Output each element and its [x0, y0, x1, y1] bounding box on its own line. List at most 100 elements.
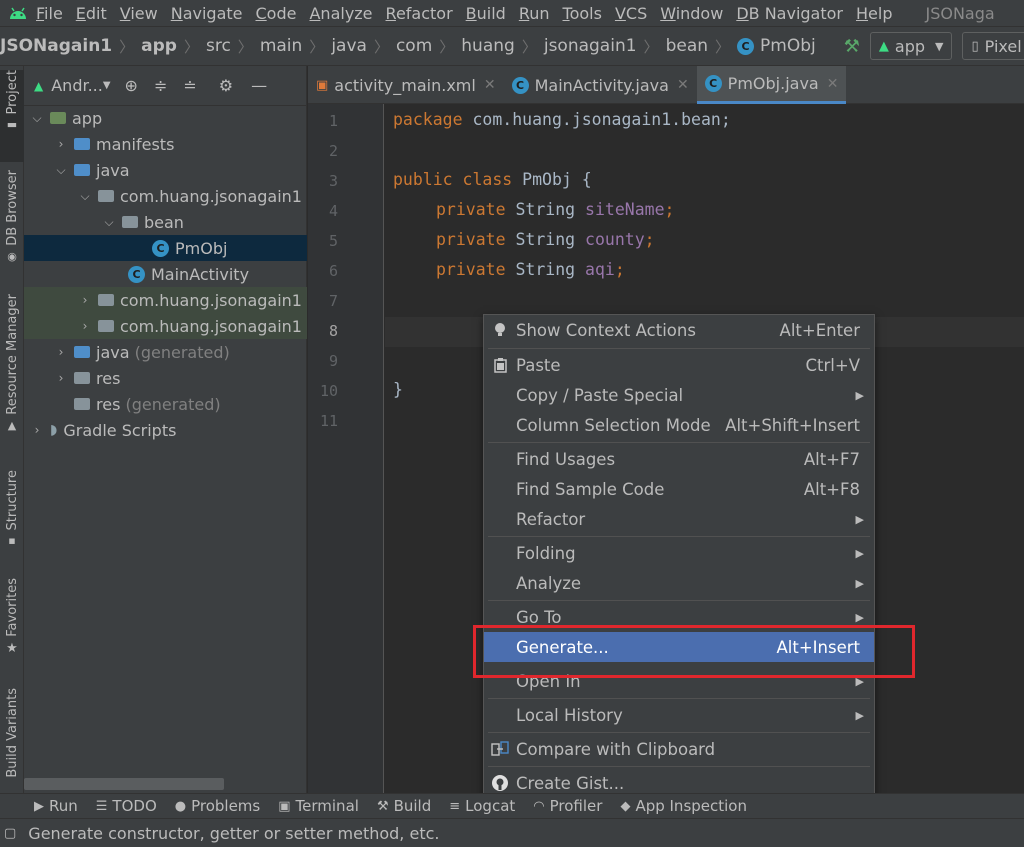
breadcrumb-class[interactable]: PmObj — [760, 36, 816, 56]
breadcrumb-module[interactable]: app — [141, 36, 177, 56]
tree-item-mainactivity[interactable]: C MainActivity — [24, 261, 307, 287]
menu-item-label: Refactor — [516, 509, 586, 529]
menu-item-find-usages[interactable]: Find Usages Alt+F7 — [484, 444, 874, 474]
tab-mainactivity-java[interactable]: C MainActivity.java ✕ — [504, 66, 697, 104]
code-text: String — [505, 230, 586, 249]
tree-item-package-test[interactable]: › com.huang.jsonagain1 — [24, 313, 307, 339]
tool-tab-resource-manager[interactable]: Resource Manager ▲ — [0, 294, 24, 446]
menu-item-show-context-actions[interactable]: Show Context Actions Alt+Enter — [484, 315, 874, 345]
menu-refactor[interactable]: Refactor — [386, 4, 453, 23]
tool-tab-favorites[interactable]: Favorites ★ — [0, 578, 24, 664]
menu-item-analyze[interactable]: Analyze ▶ — [484, 568, 874, 598]
tree-item-package[interactable]: ⌵ com.huang.jsonagain1 — [24, 183, 307, 209]
minimize-icon[interactable]: — — [251, 76, 267, 95]
menu-view[interactable]: View — [120, 4, 158, 23]
device-select[interactable]: ▯ Pixel 3a API 30 — [962, 32, 1024, 60]
tab-pmobj-java[interactable]: C PmObj.java ✕ — [696, 66, 847, 104]
menu-vcs[interactable]: VCS — [615, 4, 647, 23]
close-icon[interactable]: ✕ — [677, 77, 689, 93]
menu-item-folding[interactable]: Folding ▶ — [484, 538, 874, 568]
tool-tab-build-variants[interactable]: Build Variants — [0, 688, 24, 784]
tool-todo[interactable]: ☰ TODO — [96, 797, 157, 815]
chevron-right-icon[interactable]: › — [78, 293, 92, 307]
status-toggle-icon[interactable]: ▢ — [4, 826, 16, 841]
tree-item-java-generated[interactable]: › java (generated) — [24, 339, 307, 365]
tab-activity-main-xml[interactable]: ▣ activity_main.xml ✕ — [308, 66, 504, 104]
tree-item-gradle-scripts[interactable]: › ◗ Gradle Scripts — [24, 417, 307, 443]
chevron-down-icon[interactable]: ⌵ — [102, 215, 116, 230]
tree-item-app[interactable]: ⌵ app — [24, 105, 307, 131]
menu-window[interactable]: Window — [660, 4, 723, 23]
chevron-right-icon[interactable]: › — [54, 137, 68, 151]
menu-code[interactable]: Code — [256, 4, 297, 23]
tree-item-package-android-test[interactable]: › com.huang.jsonagain1 — [24, 287, 307, 313]
run-config-select[interactable]: ▲ app ▼ — [869, 32, 953, 60]
tree-item-label: com.huang.jsonagain1 — [120, 316, 302, 336]
phone-icon: ▯ — [971, 38, 979, 54]
menu-run[interactable]: Run — [519, 4, 550, 23]
tree-item-manifests[interactable]: › manifests — [24, 131, 307, 157]
breadcrumb-jsonagain1[interactable]: jsonagain1 — [544, 36, 637, 56]
tool-problems[interactable]: ● Problems — [175, 797, 260, 815]
horizontal-scrollbar[interactable] — [24, 778, 224, 790]
line-number: 2 — [328, 142, 338, 160]
breadcrumb-huang[interactable]: huang — [461, 36, 515, 56]
breadcrumb-java[interactable]: java — [331, 36, 367, 56]
close-icon[interactable]: ✕ — [827, 76, 839, 92]
menu-item-label: Create Gist... — [516, 773, 625, 793]
tree-item-res-generated[interactable]: res (generated) — [24, 391, 307, 417]
menu-file[interactable]: File — [36, 4, 63, 23]
menu-analyze[interactable]: Analyze — [309, 4, 372, 23]
tool-terminal[interactable]: ▣ Terminal — [278, 797, 359, 815]
gear-icon[interactable]: ⚙ — [219, 76, 233, 95]
breadcrumb-main[interactable]: main — [260, 36, 302, 56]
close-icon[interactable]: ✕ — [484, 77, 496, 93]
menu-navigate[interactable]: Navigate — [171, 4, 243, 23]
chevron-down-icon[interactable]: ⌵ — [54, 163, 68, 178]
menu-item-refactor[interactable]: Refactor ▶ — [484, 504, 874, 534]
chevron-down-icon[interactable]: ⌵ — [30, 111, 44, 126]
menu-build[interactable]: Build — [466, 4, 506, 23]
breadcrumb-com[interactable]: com — [396, 36, 432, 56]
code-text: PmObj { — [512, 170, 592, 189]
tool-app-inspection[interactable]: ◆ App Inspection — [620, 797, 747, 815]
menu-item-compare-with-clipboard[interactable]: Compare with Clipboard — [484, 734, 874, 764]
menu-help[interactable]: Help — [856, 4, 892, 23]
locate-icon[interactable]: ⊕ — [125, 76, 138, 95]
menu-item-find-sample-code[interactable]: Find Sample Code Alt+F8 — [484, 474, 874, 504]
tool-tab-project[interactable]: Project ▬ — [0, 70, 24, 162]
menu-item-copy-paste-special[interactable]: Copy / Paste Special ▶ — [484, 380, 874, 410]
chevron-right-icon[interactable]: › — [54, 345, 68, 359]
chevron-right-icon[interactable]: › — [78, 319, 92, 333]
menu-db-navigator[interactable]: DB Navigator — [736, 4, 843, 23]
tool-tab-db-browser[interactable]: DB Browser ◉ — [0, 170, 24, 270]
chevron-right-icon: 〉 — [439, 37, 455, 56]
menu-tools[interactable]: Tools — [563, 4, 602, 23]
chevron-right-icon: 〉 — [521, 37, 537, 56]
tool-build[interactable]: ⚒ Build — [377, 797, 431, 815]
tool-logcat[interactable]: ≡ Logcat — [449, 797, 515, 815]
left-tool-strip: Project ▬ DB Browser ◉ Resource Manager … — [0, 66, 24, 793]
tool-profiler[interactable]: ◠ Profiler — [533, 797, 602, 815]
project-view-select[interactable]: Andr... — [51, 76, 103, 95]
menu-item-paste[interactable]: Paste Ctrl+V — [484, 350, 874, 380]
breadcrumb-src[interactable]: src — [206, 36, 231, 56]
hammer-icon[interactable]: ⚒ — [844, 36, 860, 57]
breadcrumb-project[interactable]: JSONagain1 — [0, 36, 112, 56]
line-number: 6 — [328, 262, 338, 280]
tool-tab-structure[interactable]: Structure ▪ — [0, 470, 24, 554]
menu-item-local-history[interactable]: Local History ▶ — [484, 700, 874, 730]
tool-run[interactable]: ▶ Run — [34, 797, 78, 815]
chevron-right-icon[interactable]: › — [54, 371, 68, 385]
tree-item-bean[interactable]: ⌵ bean — [24, 209, 307, 235]
collapse-all-icon[interactable]: ≐ — [183, 76, 196, 95]
breadcrumb-bean[interactable]: bean — [666, 36, 708, 56]
tree-item-java[interactable]: ⌵ java — [24, 157, 307, 183]
tree-item-pmobj[interactable]: C PmObj — [24, 235, 307, 261]
chevron-down-icon[interactable]: ⌵ — [78, 189, 92, 204]
menu-item-column-selection-mode[interactable]: Column Selection Mode Alt+Shift+Insert — [484, 410, 874, 440]
chevron-right-icon[interactable]: › — [30, 423, 44, 437]
expand-all-icon[interactable]: ≑ — [154, 76, 167, 95]
tree-item-res[interactable]: › res — [24, 365, 307, 391]
menu-edit[interactable]: Edit — [76, 4, 107, 23]
